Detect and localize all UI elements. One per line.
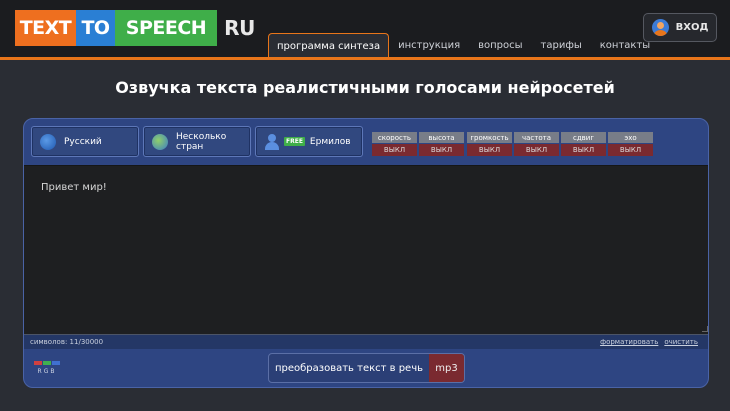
nav-tariffs[interactable]: тарифы (532, 33, 591, 58)
user-avatar-icon (651, 19, 669, 36)
param-shift[interactable]: сдвиг ВЫКЛ (561, 132, 606, 156)
country-label: Несколько стран (176, 131, 227, 152)
nav-questions[interactable]: вопросы (469, 33, 531, 58)
nav-synthesis[interactable]: программа синтеза (268, 33, 390, 59)
logo-part-text: TEXT (15, 10, 76, 46)
language-select-button[interactable]: Русский (31, 126, 139, 157)
page-title: Озвучка текста реалистичными голосами не… (115, 78, 615, 97)
format-link[interactable]: форматировать (600, 338, 658, 346)
main-nav: программа синтеза инструкция вопросы тар… (268, 33, 659, 59)
logo-part-to: TO (76, 10, 115, 46)
rgb-label: RGB (37, 368, 57, 375)
param-value: ВЫКЛ (467, 144, 512, 156)
login-button[interactable]: ВХОД (643, 13, 717, 42)
convert-button[interactable]: преобразовать текст в речь mp3 (268, 353, 465, 383)
logo-part-speech: SPEECH (115, 10, 217, 46)
param-name: частота (514, 132, 559, 143)
param-value: ВЫКЛ (419, 144, 464, 156)
globe-icon (40, 133, 56, 150)
voice-person-icon (264, 133, 280, 150)
voice-label: Ермилов (309, 136, 351, 147)
site-logo[interactable]: TEXT TO SPEECH RU (15, 10, 262, 46)
convert-label: преобразовать текст в речь (274, 362, 424, 374)
param-value: ВЫКЛ (514, 144, 559, 156)
param-name: высота (419, 132, 464, 143)
header-accent-line (0, 57, 730, 60)
world-map-icon (152, 133, 168, 150)
character-count: символов: 11/30000 (30, 338, 104, 346)
text-editor[interactable]: Привет мир! (24, 165, 708, 335)
clear-link[interactable]: очистить (664, 338, 698, 346)
param-value: ВЫКЛ (372, 144, 417, 156)
header: TEXT TO SPEECH RU программа синтеза инст… (0, 0, 730, 59)
param-value: ВЫКЛ (608, 144, 653, 156)
nav-instructions[interactable]: инструкция (389, 33, 469, 58)
param-value: ВЫКЛ (561, 144, 606, 156)
param-frequency[interactable]: частота ВЫКЛ (514, 132, 559, 156)
resize-handle[interactable] (702, 326, 708, 332)
param-name: сдвиг (561, 132, 606, 143)
param-echo[interactable]: эхо ВЫКЛ (608, 132, 653, 156)
language-label: Русский (64, 136, 102, 147)
logo-part-ru: RU (217, 10, 262, 46)
login-label: ВХОД (675, 22, 709, 33)
country-select-button[interactable]: Несколько стран (143, 126, 251, 157)
voice-select-button[interactable]: FREE Ермилов (255, 126, 363, 157)
param-volume[interactable]: громкость ВЫКЛ (467, 132, 512, 156)
editor-text: Привет мир! (41, 182, 107, 193)
param-name: эхо (608, 132, 653, 143)
rgb-toggle[interactable]: RGB (34, 361, 60, 379)
param-speed[interactable]: скорость ВЫКЛ (372, 132, 417, 156)
param-name: скорость (372, 132, 417, 143)
param-pitch[interactable]: высота ВЫКЛ (419, 132, 464, 156)
rgb-bars-icon (34, 361, 60, 365)
output-format-select[interactable]: mp3 (429, 354, 464, 382)
param-name: громкость (467, 132, 512, 143)
free-badge: FREE (284, 137, 305, 146)
editor-actions: форматировать очистить (600, 338, 698, 346)
synthesis-panel: Русский Несколько стран FREE Ермилов ско… (23, 118, 709, 388)
status-bar: символов: 11/30000 форматировать очистит… (24, 335, 708, 349)
